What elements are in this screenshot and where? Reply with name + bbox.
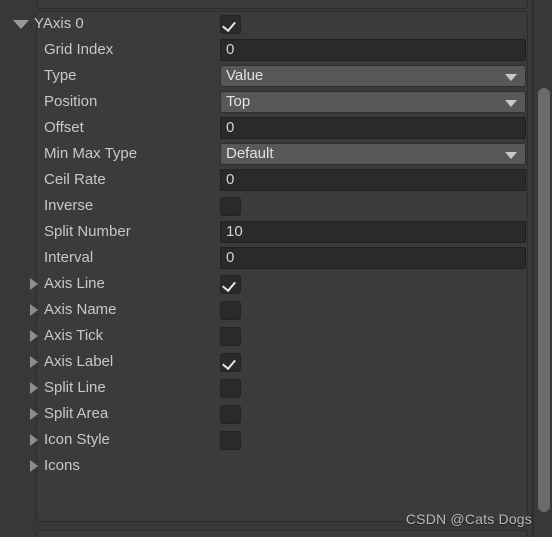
checkbox-inverse[interactable] [220, 197, 241, 216]
next-panel-edge [36, 530, 528, 537]
yaxis-0-header-row[interactable]: YAxis 0 [0, 11, 552, 37]
dropdown-type[interactable]: Value [220, 65, 526, 87]
triangle-down-icon[interactable] [13, 20, 29, 29]
property-row-type[interactable]: Type Value [0, 63, 552, 89]
chevron-down-icon [505, 74, 517, 81]
vertical-scrollbar-thumb[interactable] [538, 88, 550, 512]
dropdown-min-max-type[interactable]: Default [220, 143, 526, 165]
property-row-interval[interactable]: Interval 0 [0, 245, 552, 271]
chevron-down-icon [505, 152, 517, 159]
triangle-right-icon[interactable] [30, 434, 38, 446]
checkbox-split-line[interactable] [220, 379, 241, 398]
property-row-axis-line[interactable]: Axis Line [0, 271, 552, 297]
checkbox-axis-label[interactable] [220, 353, 241, 372]
inspector-window: YAxis 0 Grid Index 0 Type Value Position Top O… [0, 0, 552, 537]
checkbox-icon-style[interactable] [220, 431, 241, 450]
label-icon-style: Icon Style [44, 431, 110, 448]
property-row-inverse[interactable]: Inverse [0, 193, 552, 219]
property-row-split-area[interactable]: Split Area [0, 401, 552, 427]
property-row-axis-tick[interactable]: Axis Tick [0, 323, 552, 349]
dropdown-value-type: Value [226, 67, 264, 84]
label-axis-name: Axis Name [44, 301, 117, 318]
label-type: Type [44, 67, 77, 84]
label-axis-label: Axis Label [44, 353, 114, 370]
checkbox-axis-name[interactable] [220, 301, 241, 320]
property-row-ceil-rate[interactable]: Ceil Rate 0 [0, 167, 552, 193]
yaxis-0-header-label: YAxis 0 [34, 15, 84, 32]
label-split-line: Split Line [44, 379, 106, 396]
property-row-offset[interactable]: Offset 0 [0, 115, 552, 141]
property-row-position[interactable]: Position Top [0, 89, 552, 115]
input-offset[interactable]: 0 [220, 117, 526, 139]
triangle-right-icon[interactable] [30, 330, 38, 342]
triangle-right-icon[interactable] [30, 304, 38, 316]
chevron-down-icon [505, 100, 517, 107]
triangle-right-icon[interactable] [30, 382, 38, 394]
scroll-gutter-divider [532, 0, 534, 537]
property-row-min-max-type[interactable]: Min Max Type Default [0, 141, 552, 167]
label-position: Position [44, 93, 98, 110]
property-row-axis-label[interactable]: Axis Label [0, 349, 552, 375]
yaxis-0-enabled-checkbox[interactable] [220, 15, 241, 34]
property-row-axis-name[interactable]: Axis Name [0, 297, 552, 323]
dropdown-value-position: Top [226, 93, 251, 110]
label-icons: Icons [44, 457, 80, 474]
label-axis-tick: Axis Tick [44, 327, 104, 344]
label-min-max-type: Min Max Type [44, 145, 138, 162]
property-row-split-line[interactable]: Split Line [0, 375, 552, 401]
dropdown-position[interactable]: Top [220, 91, 526, 113]
label-ceil-rate: Ceil Rate [44, 171, 106, 188]
input-interval[interactable]: 0 [220, 247, 526, 269]
label-inverse: Inverse [44, 197, 94, 214]
label-split-area: Split Area [44, 405, 109, 422]
property-row-icon-style[interactable]: Icon Style [0, 427, 552, 453]
label-interval: Interval [44, 249, 94, 266]
watermark-text: CSDN @Cats Dogs [405, 511, 532, 527]
triangle-right-icon[interactable] [30, 356, 38, 368]
property-row-icons[interactable]: Icons [0, 453, 552, 479]
input-ceil-rate[interactable]: 0 [220, 169, 526, 191]
input-grid-index[interactable]: 0 [220, 39, 526, 61]
label-split-number: Split Number [44, 223, 131, 240]
checkbox-axis-line[interactable] [220, 275, 241, 294]
property-row-split-number[interactable]: Split Number 10 [0, 219, 552, 245]
label-offset: Offset [44, 119, 84, 136]
triangle-right-icon[interactable] [30, 460, 38, 472]
input-split-number[interactable]: 10 [220, 221, 526, 243]
triangle-right-icon[interactable] [30, 278, 38, 290]
dropdown-value-min-max-type: Default [226, 145, 274, 162]
label-axis-line: Axis Line [44, 275, 105, 292]
checkbox-axis-tick[interactable] [220, 327, 241, 346]
property-row-grid-index[interactable]: Grid Index 0 [0, 37, 552, 63]
triangle-right-icon[interactable] [30, 408, 38, 420]
checkbox-split-area[interactable] [220, 405, 241, 424]
label-grid-index: Grid Index [44, 41, 114, 58]
previous-panel-edge [36, 0, 528, 9]
